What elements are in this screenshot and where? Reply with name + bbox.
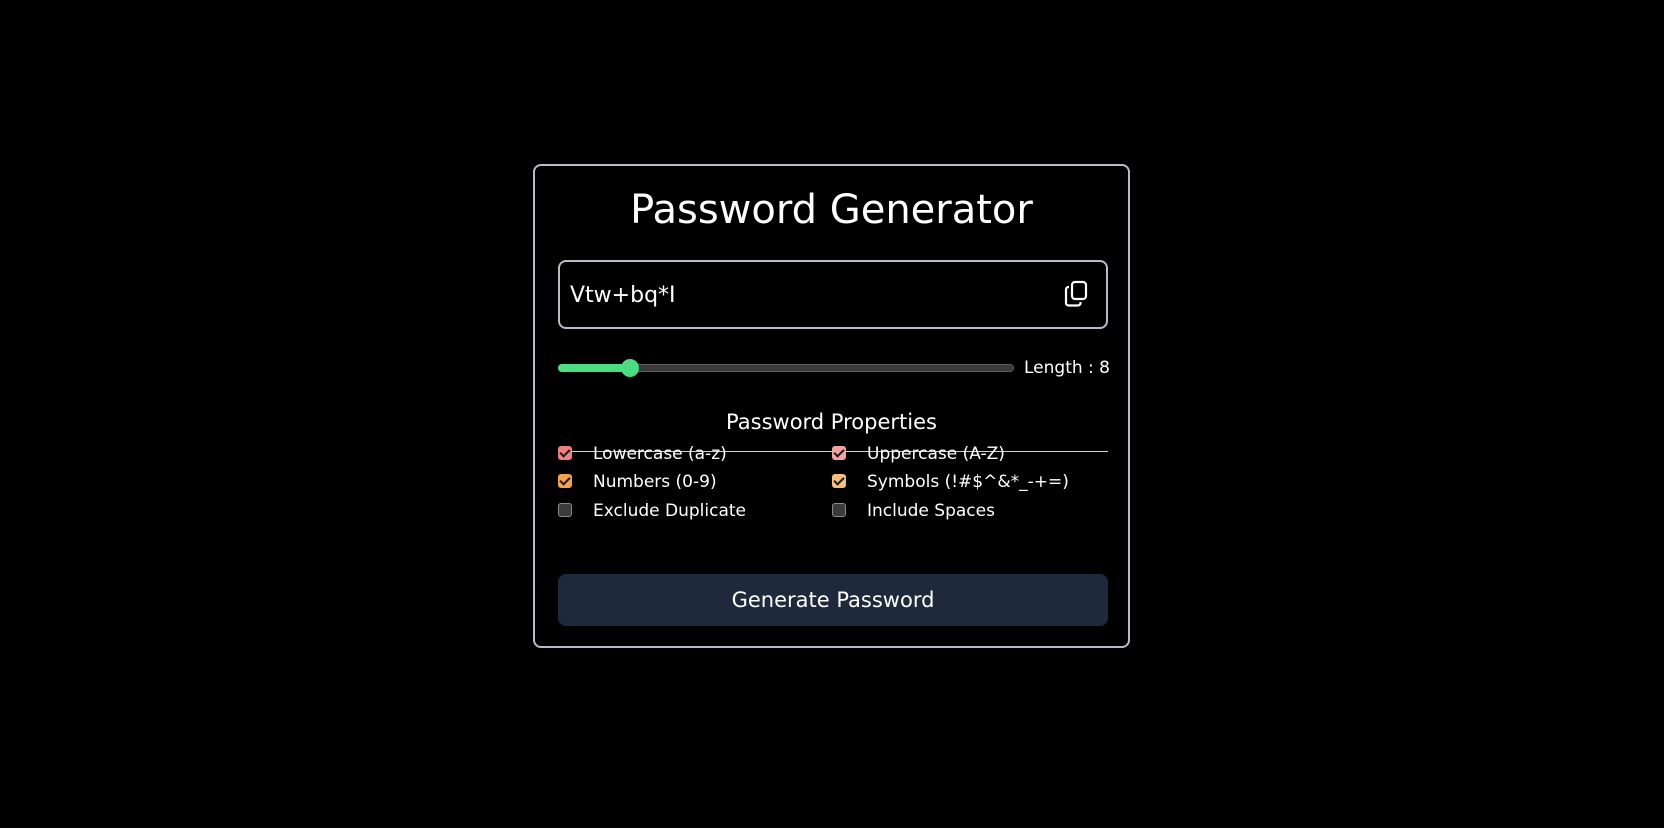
slider-thumb[interactable] (620, 359, 639, 377)
option-label: Exclude Duplicate (593, 501, 746, 521)
option-label: Include Spaces (867, 501, 995, 521)
length-label: Length : 8 (1024, 358, 1110, 378)
include-spaces-checkbox[interactable] (832, 503, 846, 517)
uppercase-checkbox[interactable] (832, 446, 846, 460)
lowercase-checkbox[interactable] (558, 446, 572, 460)
option-label: Numbers (0-9) (593, 472, 717, 492)
password-generator-card: Password Generator Vtw+bq*I Length : 8 P… (533, 164, 1130, 648)
numbers-checkbox[interactable] (558, 474, 572, 488)
option-label: Lowercase (a-z) (593, 444, 727, 464)
password-output-field[interactable]: Vtw+bq*I (558, 260, 1108, 329)
symbols-checkbox[interactable] (832, 474, 846, 488)
password-value: Vtw+bq*I (570, 283, 676, 308)
exclude-duplicate-checkbox[interactable] (558, 503, 572, 517)
copy-icon[interactable] (1064, 280, 1090, 308)
option-label: Symbols (!#$^&*_-+=) (867, 472, 1069, 492)
generate-password-label: Generate Password (731, 588, 935, 612)
page-title: Password Generator (630, 187, 1033, 233)
length-slider[interactable] (558, 358, 1014, 378)
option-label: Uppercase (A-Z) (867, 444, 1005, 464)
generate-password-button[interactable]: Generate Password (558, 574, 1108, 626)
properties-title: Password Properties (726, 410, 937, 434)
